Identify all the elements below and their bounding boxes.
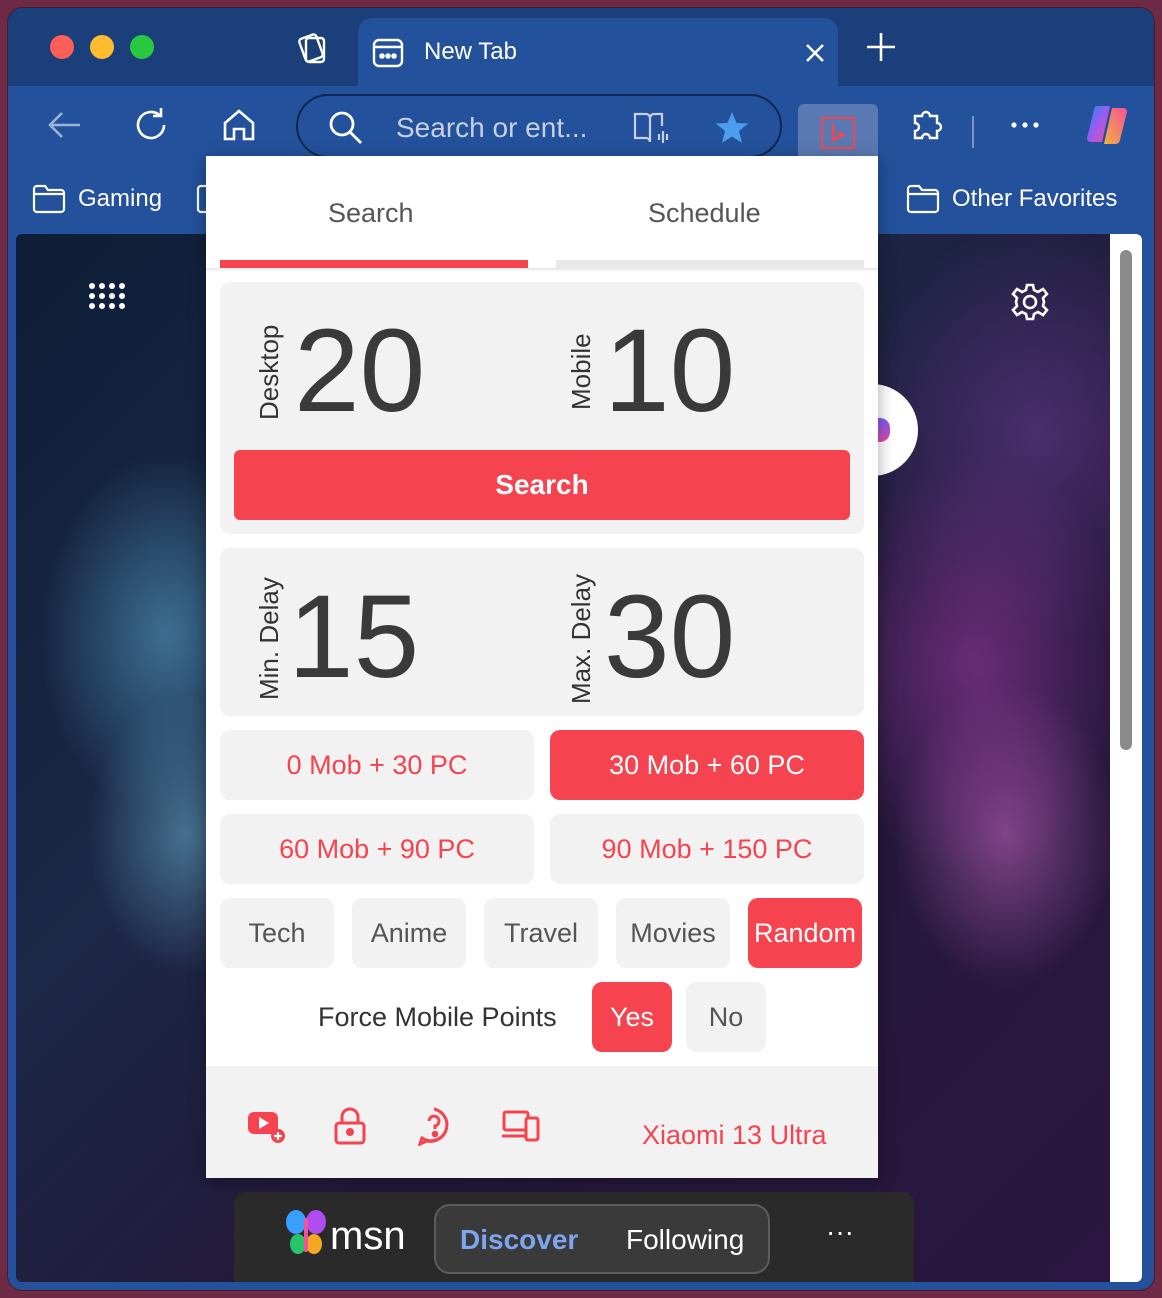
preset-90-mob-150-pc[interactable]: 90 Mob + 150 PC xyxy=(550,814,864,884)
topic-tech[interactable]: Tech xyxy=(220,898,334,968)
force-mobile-yes-button[interactable]: Yes xyxy=(592,982,672,1052)
tab-following[interactable]: Following xyxy=(626,1224,744,1256)
browser-window: New Tab Search or ent... Gaming Other Fa… xyxy=(8,8,1154,1290)
new-tab-page-icon xyxy=(372,38,404,68)
more-options-icon[interactable] xyxy=(1004,104,1046,146)
mobile-count[interactable]: 10 xyxy=(604,312,735,430)
favorite-star-icon[interactable] xyxy=(714,110,750,146)
close-window-button[interactable] xyxy=(50,35,74,59)
folder-icon xyxy=(32,184,66,214)
devices-icon[interactable] xyxy=(500,1106,540,1146)
preset-0-mob-30-pc[interactable]: 0 Mob + 30 PC xyxy=(220,730,534,800)
tab-search[interactable]: Search xyxy=(328,198,414,229)
bookmark-folder-other-favorites[interactable]: Other Favorites xyxy=(906,184,1117,214)
lock-icon[interactable] xyxy=(330,1106,370,1146)
bing-extension-icon xyxy=(821,117,855,149)
topic-travel[interactable]: Travel xyxy=(484,898,598,968)
preset-30-mob-60-pc[interactable]: 30 Mob + 60 PC xyxy=(550,730,864,800)
topic-movies[interactable]: Movies xyxy=(616,898,730,968)
search-icon xyxy=(329,111,362,144)
search-count-card: Desktop 20 Mobile 10 Search xyxy=(220,282,864,534)
bookmark-label: Gaming xyxy=(78,185,163,212)
rewards-extension-popup: Search Schedule Desktop 20 Mobile 10 Sea… xyxy=(206,156,878,1178)
copilot-icon[interactable] xyxy=(1084,102,1130,148)
search-button[interactable]: Search xyxy=(234,450,850,520)
preset-60-mob-90-pc[interactable]: 60 Mob + 90 PC xyxy=(220,814,534,884)
desktop-count[interactable]: 20 xyxy=(294,312,425,430)
address-bar[interactable]: Search or ent... xyxy=(296,94,782,158)
max-delay-label: Max. Delay xyxy=(566,573,596,704)
home-icon[interactable] xyxy=(218,104,260,146)
back-icon[interactable] xyxy=(44,104,86,146)
new-tab-button[interactable] xyxy=(864,30,898,64)
refresh-icon[interactable] xyxy=(130,104,172,146)
folder-icon xyxy=(906,184,940,214)
tab-new-tab[interactable]: New Tab xyxy=(358,18,838,86)
zoom-window-button[interactable] xyxy=(130,35,154,59)
min-delay-label: Min. Delay xyxy=(254,577,284,700)
apps-grid-icon[interactable] xyxy=(86,280,126,320)
topic-random[interactable]: Random xyxy=(748,898,862,968)
desktop-label: Desktop xyxy=(254,324,284,420)
address-input[interactable]: Search or ent... xyxy=(396,112,587,144)
bookmark-label: Other Favorites xyxy=(952,185,1118,212)
rewards-extension-button[interactable] xyxy=(798,104,878,162)
scrollbar[interactable] xyxy=(1110,234,1142,1282)
mobile-label: Mobile xyxy=(566,333,596,410)
msn-feed-bar: msn Discover Following ··· xyxy=(234,1192,914,1282)
toolbar: Search or ent... xyxy=(8,86,1154,166)
tab-actions-icon[interactable] xyxy=(290,28,330,68)
scrollbar-thumb[interactable] xyxy=(1120,250,1132,750)
tab-divider xyxy=(206,268,878,272)
read-aloud-icon[interactable] xyxy=(632,110,672,146)
minimize-window-button[interactable] xyxy=(90,35,114,59)
msn-more-button[interactable]: ··· xyxy=(826,1216,854,1248)
tab-title: New Tab xyxy=(424,38,517,65)
force-mobile-points-label: Force Mobile Points xyxy=(318,1002,557,1032)
delay-card: Min. Delay 15 Max. Delay 30 xyxy=(220,548,864,716)
max-delay-value[interactable]: 30 xyxy=(604,578,735,696)
tab-schedule[interactable]: Schedule xyxy=(648,198,761,229)
toolbar-separator xyxy=(972,116,974,148)
bookmark-folder-gaming[interactable]: Gaming xyxy=(32,184,162,214)
tab-discover[interactable]: Discover xyxy=(460,1224,578,1256)
msn-brand: msn xyxy=(330,1214,406,1258)
tab-bar: New Tab xyxy=(8,8,1154,86)
active-tab-indicator xyxy=(220,260,528,268)
settings-gear-icon[interactable] xyxy=(1010,282,1050,322)
min-delay-value[interactable]: 15 xyxy=(288,578,419,696)
device-name[interactable]: Xiaomi 13 Ultra xyxy=(642,1120,827,1151)
inactive-tab-indicator xyxy=(556,260,864,268)
help-icon[interactable] xyxy=(414,1106,454,1146)
topic-anime[interactable]: Anime xyxy=(352,898,466,968)
extensions-puzzle-icon[interactable] xyxy=(906,104,948,146)
msn-tab-switcher: Discover Following xyxy=(434,1204,770,1274)
youtube-add-icon[interactable] xyxy=(246,1106,286,1146)
force-mobile-no-button[interactable]: No xyxy=(686,982,766,1052)
close-tab-icon[interactable] xyxy=(804,42,826,64)
msn-butterfly-logo xyxy=(286,1210,326,1254)
popup-footer: Xiaomi 13 Ultra xyxy=(206,1066,878,1178)
